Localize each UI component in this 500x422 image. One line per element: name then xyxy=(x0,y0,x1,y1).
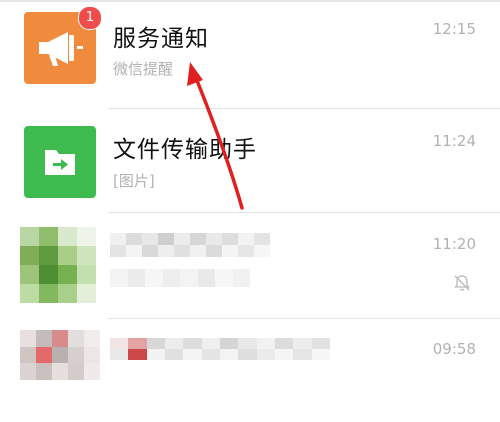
chat-row-file-transfer[interactable]: 文件传输助手 [图片] 11:24 xyxy=(0,108,500,213)
chat-row-pixelated[interactable]: 11:20 xyxy=(0,213,500,319)
unread-badge: 1 xyxy=(78,6,102,30)
pixelated-chat-preview xyxy=(110,269,250,287)
chat-preview: [图片] xyxy=(113,172,155,190)
chat-name: 服务通知 xyxy=(113,26,209,52)
chat-preview: 微信提醒 xyxy=(113,60,174,78)
chat-time: 09:58 xyxy=(432,340,476,358)
pixelated-chat-name xyxy=(110,233,270,257)
chat-time: 11:24 xyxy=(432,132,476,150)
pixelated-avatar xyxy=(20,227,96,303)
chat-time: 12:15 xyxy=(432,20,476,38)
pixelated-chat-name xyxy=(110,338,330,360)
chat-name: 文件传输助手 xyxy=(113,137,257,163)
pixelated-avatar xyxy=(20,330,100,380)
file-transfer-avatar xyxy=(24,126,96,198)
mute-bell-icon xyxy=(454,275,470,291)
chat-row-service-notice[interactable]: 1 服务通知 微信提醒 12:15 xyxy=(0,0,500,109)
chat-time: 11:20 xyxy=(432,235,476,253)
folder-arrow-icon xyxy=(45,150,75,175)
chat-row-pixelated-2[interactable]: 09:58 xyxy=(0,318,500,422)
